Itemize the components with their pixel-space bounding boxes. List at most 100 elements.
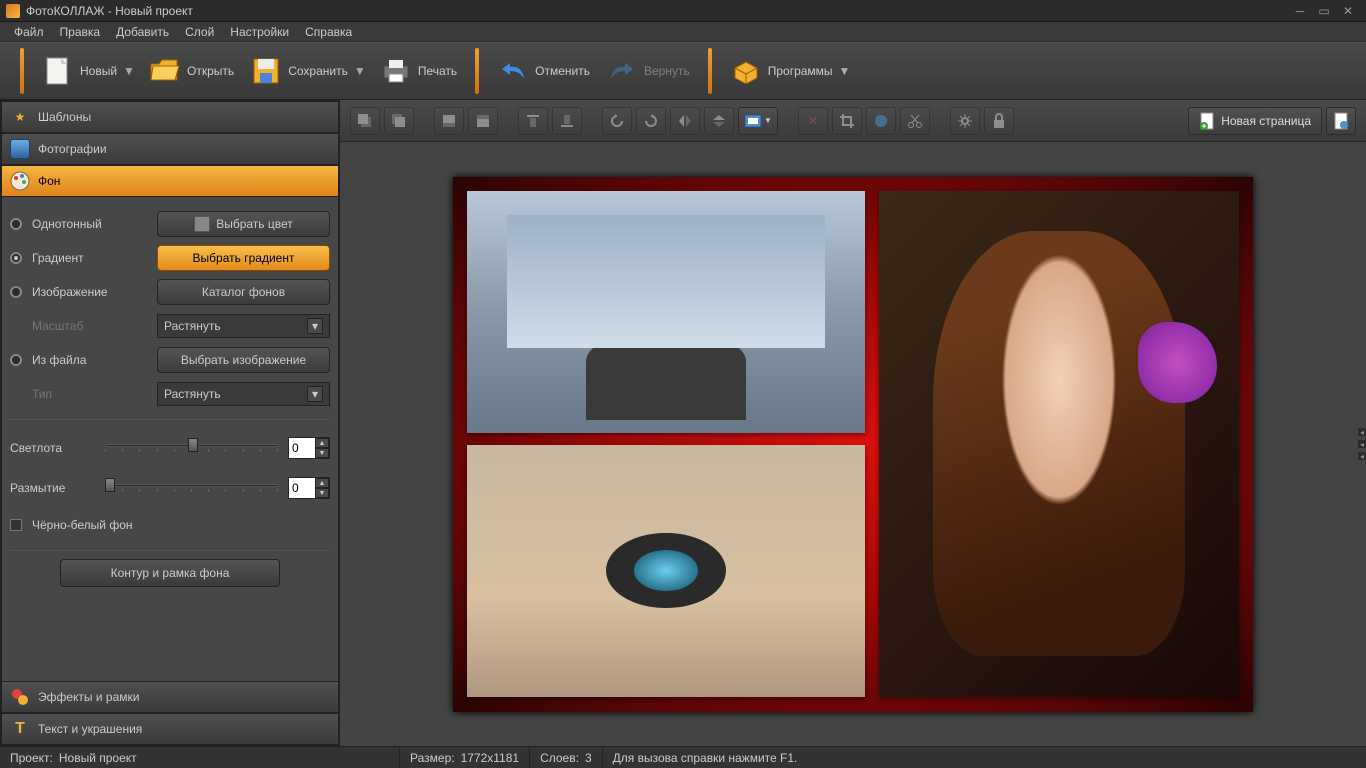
app-icon <box>6 4 20 18</box>
minimize-button[interactable]: ─ <box>1288 3 1312 19</box>
blur-spinner[interactable]: ▲▼ <box>288 477 330 499</box>
new-button[interactable]: Новый ▼ <box>34 51 141 91</box>
align-top-icon[interactable] <box>518 107 548 135</box>
lock-icon[interactable] <box>984 107 1014 135</box>
brightness-slider[interactable] <box>105 444 278 452</box>
project-label: Проект: <box>10 751 53 765</box>
photo-layer-2[interactable] <box>467 445 865 697</box>
panel-collapse-handles[interactable]: ◂◂◂ <box>1358 428 1366 460</box>
sidebar: ★ Шаблоны Фотографии Фон Однотонный Выбр… <box>0 100 340 746</box>
sidebar-tab-templates[interactable]: ★ Шаблоны <box>1 101 339 133</box>
pick-gradient-button[interactable]: Выбрать градиент <box>157 245 330 271</box>
blur-slider[interactable] <box>105 484 278 492</box>
save-label: Сохранить <box>288 64 348 78</box>
open-button[interactable]: Открыть <box>141 51 242 91</box>
pick-color-button[interactable]: Выбрать цвет <box>157 211 330 237</box>
collage-canvas[interactable] <box>453 177 1253 712</box>
sidebar-tab-photos[interactable]: Фотографии <box>1 133 339 165</box>
flip-h-icon[interactable] <box>670 107 700 135</box>
sidebar-tab-background[interactable]: Фон <box>1 165 339 197</box>
programs-button[interactable]: Программы ▼ <box>722 51 857 91</box>
new-file-icon <box>42 55 74 87</box>
menu-settings[interactable]: Настройки <box>222 23 297 41</box>
layer-up-icon[interactable] <box>434 107 464 135</box>
content: ★ Шаблоны Фотографии Фон Однотонный Выбр… <box>0 100 1366 746</box>
color-icon[interactable] <box>866 107 896 135</box>
delete-icon[interactable]: ✕ <box>798 107 828 135</box>
frame-label: Контур и рамка фона <box>111 566 230 580</box>
pick-gradient-label: Выбрать градиент <box>193 251 295 265</box>
canvas-viewport[interactable]: ◂◂◂ <box>340 142 1366 746</box>
photo-layer-3[interactable] <box>879 191 1239 697</box>
background-label: Фон <box>38 174 60 188</box>
settings-icon[interactable] <box>950 107 980 135</box>
spin-up-icon[interactable]: ▲ <box>315 438 329 448</box>
spin-down-icon[interactable]: ▼ <box>315 448 329 458</box>
titlebar: ФотоКОЛЛАЖ - Новый проект ─ ▭ ✕ <box>0 0 1366 22</box>
new-label: Новый <box>80 64 117 78</box>
close-button[interactable]: ✕ <box>1336 3 1360 19</box>
frame-button[interactable]: Контур и рамка фона <box>60 559 280 587</box>
menubar: Файл Правка Добавить Слой Настройки Спра… <box>0 22 1366 42</box>
crop-icon[interactable] <box>832 107 862 135</box>
brightness-input[interactable] <box>289 438 315 458</box>
project-value: Новый проект <box>59 751 137 765</box>
maximize-button[interactable]: ▭ <box>1312 3 1336 19</box>
save-icon <box>250 55 282 87</box>
menu-file[interactable]: Файл <box>6 23 52 41</box>
redo-icon <box>606 55 638 87</box>
photo-layer-1[interactable] <box>467 191 865 433</box>
box-icon <box>730 55 762 87</box>
menu-add[interactable]: Добавить <box>108 23 177 41</box>
radio-image[interactable] <box>10 286 22 298</box>
radio-gradient[interactable] <box>10 252 22 264</box>
menu-help[interactable]: Справка <box>297 23 360 41</box>
sidebar-tab-text[interactable]: T Текст и украшения <box>1 713 339 745</box>
dropdown-icon: ▾ <box>307 318 323 334</box>
undo-button[interactable]: Отменить <box>489 51 598 91</box>
print-button[interactable]: Печать <box>372 51 465 91</box>
send-back-icon[interactable] <box>384 107 414 135</box>
menu-edit[interactable]: Правка <box>52 23 109 41</box>
canvas-toolbar: ▼ ✕ Новая страница <box>340 100 1366 142</box>
layer-down-icon[interactable] <box>468 107 498 135</box>
catalog-label: Каталог фонов <box>202 285 285 299</box>
main-toolbar: Новый ▼ Открыть Сохранить ▼ Печать Отмен… <box>0 42 1366 100</box>
rotate-left-icon[interactable] <box>602 107 632 135</box>
save-button[interactable]: Сохранить ▼ <box>242 51 372 91</box>
bring-front-icon[interactable] <box>350 107 380 135</box>
image-label: Изображение <box>32 285 147 299</box>
pick-image-label: Выбрать изображение <box>181 353 306 367</box>
sidebar-tab-effects[interactable]: Эффекты и рамки <box>1 681 339 713</box>
scale-label: Масштаб <box>32 319 147 333</box>
toolbar-separator <box>708 48 712 94</box>
scale-select[interactable]: Растянуть ▾ <box>157 314 330 338</box>
redo-button[interactable]: Вернуть <box>598 51 698 91</box>
blur-input[interactable] <box>289 478 315 498</box>
bw-checkbox[interactable] <box>10 519 22 531</box>
wand-icon <box>10 687 30 707</box>
fit-screen-button[interactable]: ▼ <box>738 107 778 135</box>
pick-image-button[interactable]: Выбрать изображение <box>157 347 330 373</box>
page-settings-icon[interactable] <box>1326 107 1356 135</box>
from-file-label: Из файла <box>32 353 147 367</box>
folder-open-icon <box>149 55 181 87</box>
flip-v-icon[interactable] <box>704 107 734 135</box>
radio-from-file[interactable] <box>10 354 22 366</box>
brightness-spinner[interactable]: ▲▼ <box>288 437 330 459</box>
spin-up-icon[interactable]: ▲ <box>315 478 329 488</box>
type-select[interactable]: Растянуть ▾ <box>157 382 330 406</box>
brightness-label: Светлота <box>10 441 95 455</box>
spin-down-icon[interactable]: ▼ <box>315 488 329 498</box>
undo-icon <box>497 55 529 87</box>
redo-label: Вернуть <box>644 64 690 78</box>
type-value: Растянуть <box>164 387 221 401</box>
radio-solid[interactable] <box>10 218 22 230</box>
new-page-button[interactable]: Новая страница <box>1188 107 1322 135</box>
catalog-button[interactable]: Каталог фонов <box>157 279 330 305</box>
toolbar-separator <box>20 48 24 94</box>
menu-layer[interactable]: Слой <box>177 23 222 41</box>
align-bottom-icon[interactable] <box>552 107 582 135</box>
rotate-right-icon[interactable] <box>636 107 666 135</box>
cut-icon[interactable] <box>900 107 930 135</box>
